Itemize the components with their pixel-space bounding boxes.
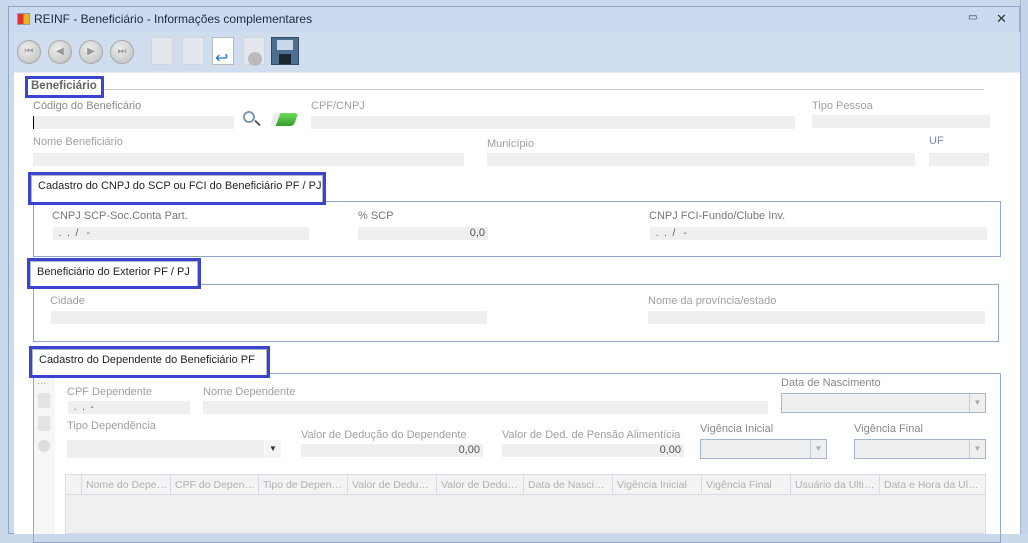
- beneficiario-section-title: Beneficiário: [25, 76, 104, 98]
- section-label: Cadastro do CNPJ do SCP ou FCI do Benefi…: [31, 175, 323, 202]
- delete-button[interactable]: [243, 37, 265, 66]
- data-nascimento-picker[interactable]: ▼: [781, 393, 986, 413]
- tipo-dependencia-label: Tipo Dependência: [67, 420, 156, 432]
- column-header[interactable]: Data de Nasci…: [524, 475, 613, 494]
- undo-button[interactable]: ↩: [212, 37, 234, 67]
- window-title: REINF - Beneficiário - Informações compl…: [34, 12, 313, 26]
- dependente-section-title: Cadastro do Dependente do Beneficiário P…: [29, 346, 270, 378]
- cnpj-scp-label: CNPJ SCP-Soc.Conta Part.: [52, 210, 188, 222]
- uf-input[interactable]: [929, 153, 989, 166]
- edit-button[interactable]: [182, 37, 204, 65]
- valor-deducao-input[interactable]: 0,00: [301, 444, 483, 457]
- nome-dependente-label: Nome Dependente: [203, 386, 296, 398]
- cpf-cnpj-input[interactable]: [311, 116, 795, 129]
- next-record-button[interactable]: ▶: [79, 40, 103, 64]
- column-header[interactable]: CPF do Depen…: [171, 475, 259, 494]
- dependentes-grid[interactable]: Nome do Depe… CPF do Depen… Tipo de Depe…: [65, 474, 986, 534]
- column-header[interactable]: Vigência Final: [702, 475, 791, 494]
- uf-label: UF: [929, 135, 944, 147]
- chevron-down-icon[interactable]: ▼: [969, 394, 985, 412]
- valor-pensao-input[interactable]: 0,00: [502, 444, 684, 457]
- undo-arrow-icon: ↩: [215, 50, 229, 67]
- first-record-button[interactable]: ⏮: [17, 40, 41, 64]
- tipo-dependencia-select[interactable]: [67, 440, 264, 458]
- valor-pensao-label: Valor de Ded. de Pensão Alimentícia: [502, 429, 681, 441]
- data-nascimento-label: Data de Nascimento: [781, 377, 881, 389]
- column-header[interactable]: Usuário da Ulti…: [791, 475, 880, 494]
- column-header[interactable]: Valor de Dedu…: [437, 475, 524, 494]
- delete-icon: [248, 52, 262, 66]
- exterior-section-title: Beneficiário do Exterior PF / PJ: [27, 258, 201, 289]
- tipo-pessoa-input[interactable]: [812, 115, 990, 128]
- grid-header: Nome do Depe… CPF do Depen… Tipo de Depe…: [66, 475, 985, 495]
- section-label: Cadastro do Dependente do Beneficiário P…: [32, 349, 267, 375]
- delete-dependente-icon[interactable]: [38, 440, 50, 452]
- municipio-label: Município: [487, 138, 535, 150]
- new-button[interactable]: [151, 37, 173, 65]
- nome-beneficiario-label: Nome Beneficiário: [33, 136, 123, 148]
- municipio-input[interactable]: [487, 153, 915, 166]
- eraser-icon[interactable]: [269, 113, 299, 126]
- search-icon[interactable]: [243, 111, 261, 127]
- codigo-label: Código do Beneficário: [33, 100, 142, 112]
- scp-section-title: Cadastro do CNPJ do SCP ou FCI do Benefi…: [28, 172, 326, 205]
- pct-scp-label: % SCP: [358, 210, 394, 222]
- cpf-dependente-label: CPF Dependente: [67, 386, 152, 398]
- codigo-input[interactable]: [33, 116, 234, 129]
- more-icon[interactable]: ···: [37, 378, 46, 388]
- save-button[interactable]: [271, 37, 299, 65]
- column-header[interactable]: Valor de Dedu…: [348, 475, 437, 494]
- new-dependente-icon[interactable]: [38, 393, 50, 408]
- vigencia-inicial-label: Vigência Inicial: [700, 423, 774, 435]
- right-frame-edge: [1020, 0, 1028, 534]
- minimize-button[interactable]: ▭: [968, 12, 977, 23]
- floppy-icon: [277, 40, 293, 50]
- column-header[interactable]: Nome do Depe…: [82, 475, 171, 494]
- nome-beneficiario-input[interactable]: [33, 153, 464, 166]
- last-record-button[interactable]: ⏭: [110, 40, 134, 64]
- pct-scp-input[interactable]: 0,0: [358, 227, 488, 240]
- vigencia-final-label: Vigência Final: [854, 423, 923, 435]
- edit-dependente-icon[interactable]: [38, 416, 50, 431]
- cnpj-fci-label: CNPJ FCI-Fundo/Clube Inv.: [649, 210, 786, 222]
- cidade-label: Cidade: [50, 295, 85, 307]
- tipo-pessoa-label: Tipo Pessoa: [812, 100, 873, 112]
- section-label: Beneficiário: [31, 80, 97, 92]
- app-icon: [17, 13, 30, 25]
- column-header[interactable]: Tipo de Depen…: [259, 475, 348, 494]
- close-button[interactable]: ✕: [996, 11, 1007, 27]
- column-header[interactable]: Vigência Inicial: [613, 475, 702, 494]
- chevron-down-icon[interactable]: ▼: [265, 440, 281, 458]
- cnpj-fci-input[interactable]: . . / -: [650, 227, 987, 240]
- cpf-dependente-input[interactable]: . . -: [68, 401, 190, 414]
- section-divider: [104, 89, 984, 90]
- cpf-cnpj-label: CPF/CNPJ: [311, 100, 365, 112]
- column-header[interactable]: Data e Hora da Ul…: [880, 475, 985, 494]
- row-indicator-header: [66, 475, 82, 494]
- previous-record-button[interactable]: ◀: [48, 40, 72, 64]
- valor-deducao-label: Valor de Dedução do Dependente: [301, 429, 467, 441]
- chevron-down-icon[interactable]: ▼: [810, 440, 826, 458]
- nome-dependente-input[interactable]: [203, 401, 768, 414]
- provincia-label: Nome da província/estado: [648, 295, 777, 307]
- provincia-input[interactable]: [648, 311, 985, 324]
- vigencia-inicial-picker[interactable]: ▼: [700, 439, 827, 459]
- cnpj-scp-input[interactable]: . . / -: [53, 227, 309, 240]
- cidade-input[interactable]: [51, 311, 487, 324]
- section-label: Beneficiário do Exterior PF / PJ: [30, 261, 198, 286]
- vigencia-final-picker[interactable]: ▼: [854, 439, 986, 459]
- chevron-down-icon[interactable]: ▼: [969, 440, 985, 458]
